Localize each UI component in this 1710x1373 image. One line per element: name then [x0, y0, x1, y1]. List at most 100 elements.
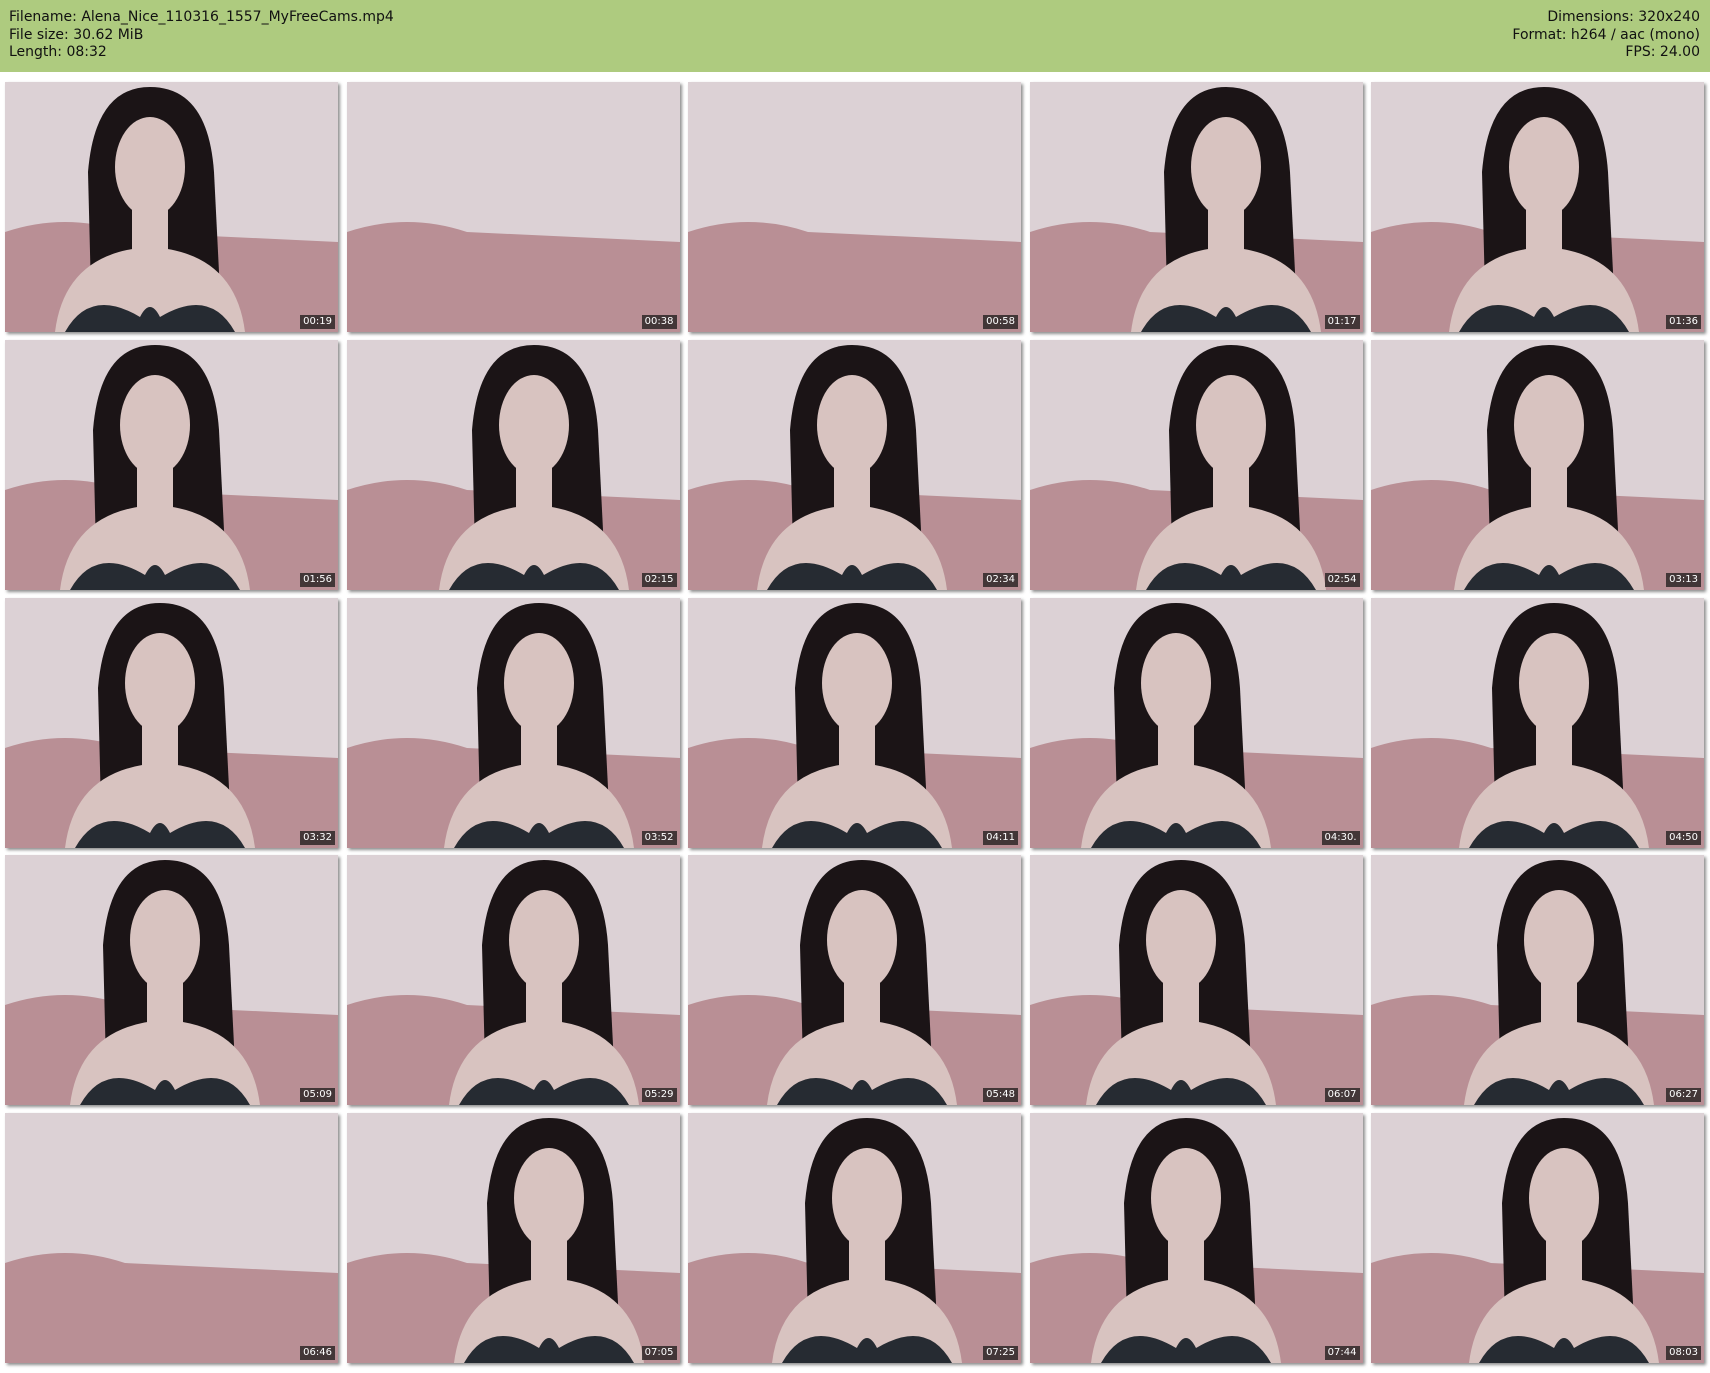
frame-image: [1371, 339, 1704, 590]
timestamp-label: 07:44: [1324, 1346, 1360, 1360]
bra: [1140, 305, 1311, 332]
bra: [777, 1078, 947, 1106]
thumbnail[interactable]: 00:58: [688, 82, 1021, 332]
thumbnail[interactable]: 04:50: [1371, 597, 1704, 848]
frame-image: [5, 1113, 338, 1363]
timestamp-label: 02:15: [641, 572, 677, 587]
thumbnail[interactable]: 02:54: [1029, 339, 1363, 590]
thumbnail[interactable]: 01:17: [1029, 82, 1363, 332]
thumbnail[interactable]: 05:48: [688, 855, 1021, 1106]
face: [1514, 374, 1584, 475]
bra: [1469, 820, 1639, 848]
thumbnail[interactable]: 01:56: [5, 339, 338, 590]
face: [832, 1148, 902, 1248]
thumbnail[interactable]: 08:03: [1371, 1113, 1704, 1363]
bra: [75, 820, 245, 848]
timestamp-label: 05:09: [300, 1088, 335, 1103]
thumbnail[interactable]: 06:46: [5, 1113, 338, 1363]
fps-line: FPS: 24.00: [1512, 44, 1700, 62]
filesize-label: File size:: [9, 26, 69, 43]
thumbnail-grid: 00:19 00:38 00:58 01:17 01:36 01:56 02:15 02:34…: [5, 82, 1705, 1369]
bra: [1095, 1078, 1266, 1106]
frame-image: [688, 1113, 1021, 1363]
timestamp-label: 03:52: [641, 830, 677, 845]
thumbnail[interactable]: 07:25: [688, 1113, 1021, 1363]
thumbnail[interactable]: 07:44: [1029, 1113, 1363, 1363]
thumbnail[interactable]: 01:36: [1371, 82, 1704, 332]
bra: [772, 820, 942, 848]
bra: [782, 1336, 952, 1363]
frame-image: [688, 82, 1021, 332]
timestamp-label: 04:11: [983, 830, 1018, 845]
bra: [767, 562, 937, 590]
thumbnail[interactable]: 06:07: [1029, 855, 1363, 1106]
thumbnail[interactable]: 02:34: [688, 339, 1021, 590]
timestamp-label: 07:05: [641, 1346, 677, 1360]
thumbnail[interactable]: 04:30.: [1029, 597, 1363, 848]
thumbnail[interactable]: 06:27: [1371, 855, 1704, 1106]
thumbnail[interactable]: 00:19: [5, 82, 338, 332]
timestamp-label: 00:58: [983, 315, 1018, 329]
face: [827, 890, 897, 991]
bra: [458, 1078, 629, 1106]
face: [498, 374, 569, 475]
face: [1150, 1148, 1221, 1248]
face: [1529, 1148, 1599, 1248]
face: [822, 632, 892, 733]
file-info: Filename: Alena_Nice_110316_1557_MyFreeC…: [9, 9, 394, 62]
bra: [1090, 820, 1261, 848]
bra: [1145, 562, 1316, 590]
face: [1140, 632, 1211, 733]
face: [115, 117, 185, 217]
frame-image: [346, 855, 680, 1106]
bra: [1479, 1336, 1649, 1363]
frame-image: [1029, 597, 1363, 848]
face: [130, 890, 200, 991]
thumbnail[interactable]: 04:11: [688, 597, 1021, 848]
dimensions-label: Dimensions:: [1547, 9, 1634, 25]
face: [1524, 890, 1594, 991]
timestamp-label: 06:07: [1324, 1088, 1360, 1103]
thumbnail[interactable]: 07:05: [346, 1113, 680, 1363]
timestamp-label: 06:27: [1666, 1088, 1701, 1103]
face: [1190, 117, 1261, 217]
face: [1145, 890, 1216, 991]
thumbnail[interactable]: 00:38: [346, 82, 680, 332]
frame-image: [1371, 855, 1704, 1106]
fps-value: 24.00: [1659, 44, 1700, 60]
frame-image: [346, 339, 680, 590]
frame-image: [688, 339, 1021, 590]
thumbnail[interactable]: 05:29: [346, 855, 680, 1106]
frame-image: [1029, 1113, 1363, 1363]
timestamp-label: 01:36: [1666, 315, 1701, 329]
contact-sheet: Filename: Alena_Nice_110316_1557_MyFreeC…: [0, 0, 1710, 1373]
face: [1509, 117, 1579, 217]
frame-image: [1029, 82, 1363, 332]
timestamp-label: 01:17: [1324, 315, 1360, 329]
bra: [453, 820, 624, 848]
frame-image: [1371, 597, 1704, 848]
info-header: Filename: Alena_Nice_110316_1557_MyFreeC…: [0, 0, 1710, 72]
timestamp-label: 00:19: [300, 315, 335, 329]
frame-image: [1029, 855, 1363, 1106]
thumbnail[interactable]: 03:13: [1371, 339, 1704, 590]
bra: [1464, 562, 1634, 590]
frame-image: [1371, 1113, 1704, 1363]
frame-image: [1371, 82, 1704, 332]
frame-image: [5, 82, 338, 332]
frame-image: [346, 82, 680, 332]
bra: [65, 305, 235, 332]
thumbnail[interactable]: 05:09: [5, 855, 338, 1106]
face: [1519, 632, 1589, 733]
bra: [80, 1078, 250, 1106]
frame-image: [5, 855, 338, 1106]
thumbnail[interactable]: 03:32: [5, 597, 338, 848]
thumbnail[interactable]: 02:15: [346, 339, 680, 590]
face: [120, 374, 190, 475]
timestamp-label: 08:03: [1666, 1346, 1701, 1360]
bra: [70, 562, 240, 590]
frame-image: [688, 855, 1021, 1106]
thumbnail[interactable]: 03:52: [346, 597, 680, 848]
dimensions-value: 320x240: [1638, 9, 1700, 25]
frame-image: [688, 597, 1021, 848]
